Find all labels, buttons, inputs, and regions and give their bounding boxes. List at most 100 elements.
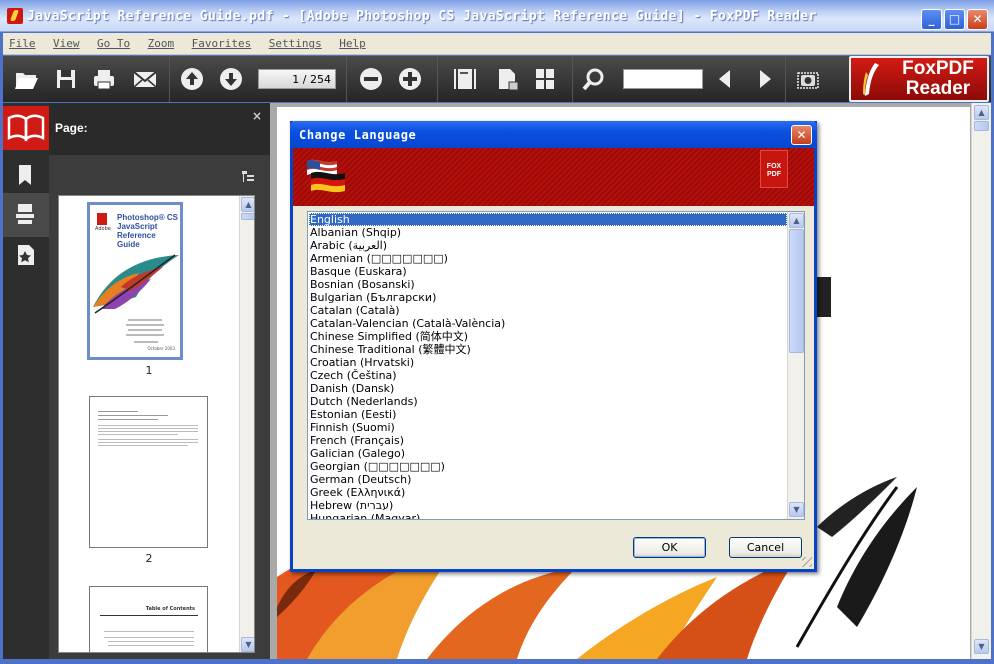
page-number-input[interactable]: 1 / 254 [258,69,336,89]
language-option[interactable]: Estonian (Eesti) [309,408,787,421]
zoom-out-icon[interactable] [357,65,385,93]
scroll-down-icon[interactable]: ▼ [241,637,254,652]
pages-panel-header: Page: × [49,103,270,155]
scroll-up-icon[interactable]: ▲ [241,197,254,212]
language-option[interactable]: Bosnian (Bosanski) [309,278,787,291]
language-option[interactable]: Chinese Simplified (简体中文) [309,330,787,343]
snapshot-icon[interactable] [794,65,822,93]
language-listbox[interactable]: English Albanian (Shqip) Arabic (العربية) A… [307,211,805,520]
maximize-button[interactable]: □ [944,9,965,30]
page-up-icon[interactable] [178,65,206,93]
list-scroll-up-icon[interactable]: ▲ [789,213,804,228]
language-option[interactable]: Bulgarian (Български) [309,291,787,304]
thumbnail-layout-icon[interactable] [531,65,559,93]
brand-name-line2: Reader [905,78,971,99]
book-tab[interactable] [3,106,49,150]
search-input[interactable] [623,69,703,89]
scroll-thumb[interactable] [241,213,254,220]
language-option[interactable]: Galician (Galego) [309,447,787,460]
thumb-toc-heading: Table of Contents [145,606,195,612]
list-scroll-down-icon[interactable]: ▼ [789,502,804,517]
thumbnail-list[interactable]: Adobe Photoshop® CS JavaScript Reference… [58,195,255,653]
favorites-tab[interactable] [3,233,49,277]
thumbnail-page-2[interactable] [89,396,208,548]
zoom-in-icon[interactable] [396,65,424,93]
document-scrollbar[interactable]: ▲ ▼ [971,103,991,659]
change-language-dialog: Change Language ✕ FOX PDF English Albania… [290,121,817,572]
menu-favorites[interactable]: Favorites [192,33,252,50]
menu-zoom[interactable]: Zoom [148,33,175,50]
language-scrollbar[interactable]: ▲ ▼ [787,212,804,519]
bookmark-tab[interactable] [3,153,49,197]
find-previous-icon[interactable] [711,65,739,93]
thumbnail-page-1[interactable]: Adobe Photoshop® CS JavaScript Reference… [87,202,183,360]
dialog-banner: FOX PDF [293,148,814,206]
main-toolbar: 1 / 254 FoxPDF Reader [3,56,991,102]
dialog-title: Change Language [299,128,417,142]
language-option[interactable]: Chinese Traditional (繁體中文) [309,343,787,356]
pages-panel: Page: × Adobe Photoshop® CS JavaScript R… [49,103,270,659]
window-title: JavaScript Reference Guide.pdf - [Adobe … [27,9,817,24]
print-icon[interactable] [90,65,118,93]
language-option[interactable]: German (Deutsch) [309,473,787,486]
ok-button[interactable]: OK [633,537,706,558]
language-option[interactable]: English [309,213,787,226]
thumb-logo-text: Adobe [95,226,111,232]
close-button[interactable]: ✕ [967,9,988,30]
open-folder-icon[interactable] [12,65,40,93]
language-option[interactable]: Arabic (العربية) [309,239,787,252]
page-down-icon[interactable] [217,65,245,93]
menu-settings[interactable]: Settings [269,33,322,50]
title-bar[interactable]: JavaScript Reference Guide.pdf - [Adobe … [0,0,994,32]
thumbnail-page-number: 2 [145,552,153,565]
doc-scroll-up-icon[interactable]: ▲ [974,105,989,120]
cancel-button[interactable]: Cancel [729,537,802,558]
foxpdf-brand-logo[interactable]: FoxPDF Reader [849,56,989,102]
language-option[interactable]: Czech (Čeština) [309,369,787,382]
language-option[interactable]: Croatian (Hrvatski) [309,356,787,369]
panel-close-icon[interactable]: × [252,109,262,123]
language-option[interactable]: Georgian (□□□□□□□) [309,460,787,473]
email-icon[interactable] [131,65,159,93]
save-icon[interactable] [52,65,80,93]
doc-scroll-thumb[interactable] [974,121,989,131]
resize-grip[interactable] [802,557,812,567]
language-option[interactable]: French (Français) [309,434,787,447]
list-scroll-thumb[interactable] [789,229,804,353]
panel-options-icon[interactable] [240,169,256,185]
pages-tab[interactable] [3,193,49,237]
search-icon[interactable] [580,65,608,93]
foxpdf-app-icon[interactable] [7,8,23,24]
language-option[interactable]: Finnish (Suomi) [309,421,787,434]
bookmark-icon [19,165,31,185]
menu-file[interactable]: File [9,33,36,50]
doc-scroll-down-icon[interactable]: ▼ [974,639,989,654]
brand-swoosh-icon [863,63,879,96]
language-option[interactable]: Albanian (Shqip) [309,226,787,239]
dialog-close-button[interactable]: ✕ [791,125,812,145]
minimize-button[interactable]: _ [921,9,942,30]
menu-view[interactable]: View [53,33,80,50]
language-option[interactable]: Hungarian (Magyar) [309,512,787,519]
language-option[interactable]: Hebrew (עברית) [309,499,787,512]
left-tab-strip [3,103,49,659]
language-option[interactable]: Armenian (□□□□□□□) [309,252,787,265]
language-option[interactable]: Greek (Ελληνικά) [309,486,787,499]
menu-go-to[interactable]: Go To [97,33,130,50]
language-option[interactable]: Dutch (Nederlands) [309,395,787,408]
menu-bar: File View Go To Zoom Favorites Settings … [3,33,991,55]
language-option[interactable]: Catalan (Català) [309,304,787,317]
menu-help[interactable]: Help [339,33,366,50]
language-option[interactable]: Danish (Dansk) [309,382,787,395]
favorites-icon [18,245,34,265]
thumbnail-page-3[interactable]: Table of Contents [89,586,208,652]
foxpdf-dialog-logo: FOX PDF [760,150,788,188]
thumbnail-scrollbar[interactable]: ▲ ▼ [239,196,254,652]
actual-size-icon[interactable] [493,65,521,93]
language-list[interactable]: English Albanian (Shqip) Arabic (العربية) A… [309,213,787,519]
fit-page-icon[interactable] [451,65,479,93]
find-next-icon[interactable] [751,65,779,93]
dialog-title-bar[interactable]: Change Language ✕ [290,121,817,148]
language-option[interactable]: Catalan-Valencian (Català-València) [309,317,787,330]
language-option[interactable]: Basque (Euskara) [309,265,787,278]
